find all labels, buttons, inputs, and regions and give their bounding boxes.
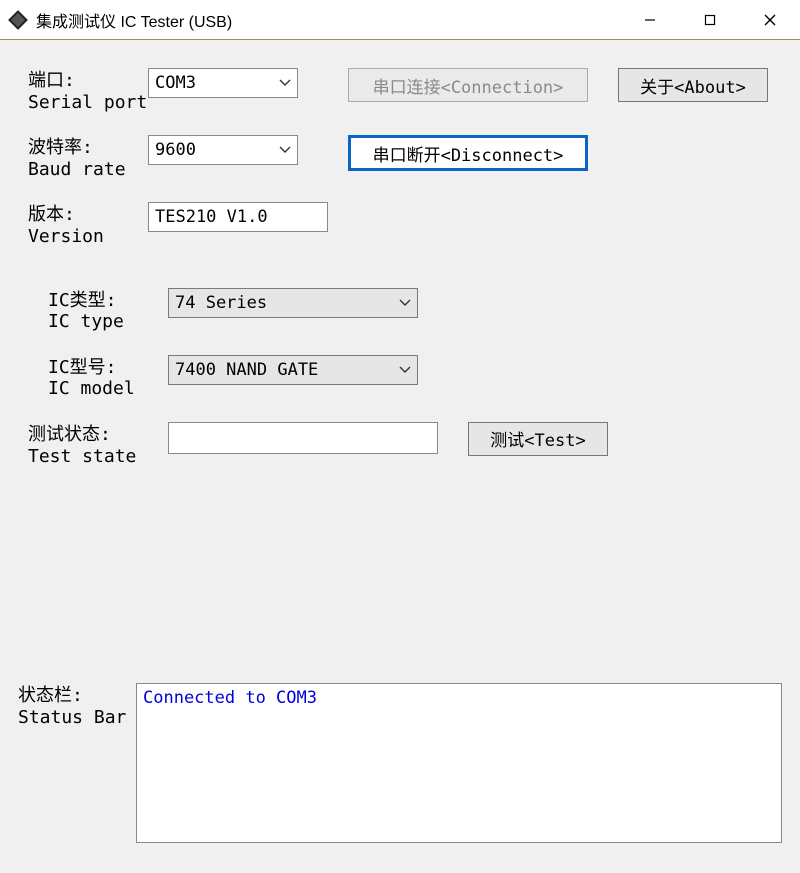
window-titlebar: 集成测试仪 IC Tester (USB) <box>0 0 800 40</box>
ic-type-value: 74 Series <box>175 293 267 313</box>
status-bar-output[interactable]: Connected to COM3 <box>136 683 782 843</box>
serial-port-select[interactable]: COM3 <box>148 68 298 98</box>
chevron-down-icon <box>279 79 291 87</box>
window-title: 集成测试仪 IC Tester (USB) <box>36 8 620 32</box>
version-label: 版本: Version <box>28 202 148 247</box>
minimize-button[interactable] <box>620 0 680 39</box>
status-bar-label: 状态栏: Status Bar <box>18 683 136 728</box>
close-button[interactable] <box>740 0 800 39</box>
connect-button-label: 串口连接<Connection> <box>373 73 564 98</box>
about-button-label: 关于<About> <box>640 73 746 98</box>
connect-button: 串口连接<Connection> <box>348 68 588 102</box>
ic-model-select[interactable]: 7400 NAND GATE <box>168 355 418 385</box>
test-state-label: 测试状态: Test state <box>28 422 168 467</box>
maximize-button[interactable] <box>680 0 740 39</box>
chevron-down-icon <box>399 299 411 307</box>
baud-rate-value: 9600 <box>155 140 196 160</box>
ic-model-value: 7400 NAND GATE <box>175 360 318 380</box>
test-button-label: 测试<Test> <box>490 426 585 451</box>
test-button[interactable]: 测试<Test> <box>468 422 608 456</box>
baud-rate-select[interactable]: 9600 <box>148 135 298 165</box>
app-icon <box>8 10 28 30</box>
window-controls <box>620 0 800 39</box>
ic-type-label: IC类型: IC type <box>48 288 168 333</box>
about-button[interactable]: 关于<About> <box>618 68 768 102</box>
version-field: TES210 V1.0 <box>148 202 328 232</box>
serial-port-value: COM3 <box>155 73 196 93</box>
status-bar-text: Connected to COM3 <box>143 688 317 708</box>
serial-port-label: 端口: Serial port <box>28 68 148 113</box>
ic-type-select[interactable]: 74 Series <box>168 288 418 318</box>
chevron-down-icon <box>399 366 411 374</box>
disconnect-button[interactable]: 串口断开<Disconnect> <box>348 135 588 171</box>
ic-model-label: IC型号: IC model <box>48 355 168 400</box>
version-value: TES210 V1.0 <box>155 207 268 227</box>
disconnect-button-label: 串口断开<Disconnect> <box>373 141 564 166</box>
chevron-down-icon <box>279 146 291 154</box>
test-state-field <box>168 422 438 454</box>
baud-rate-label: 波特率: Baud rate <box>28 135 148 180</box>
